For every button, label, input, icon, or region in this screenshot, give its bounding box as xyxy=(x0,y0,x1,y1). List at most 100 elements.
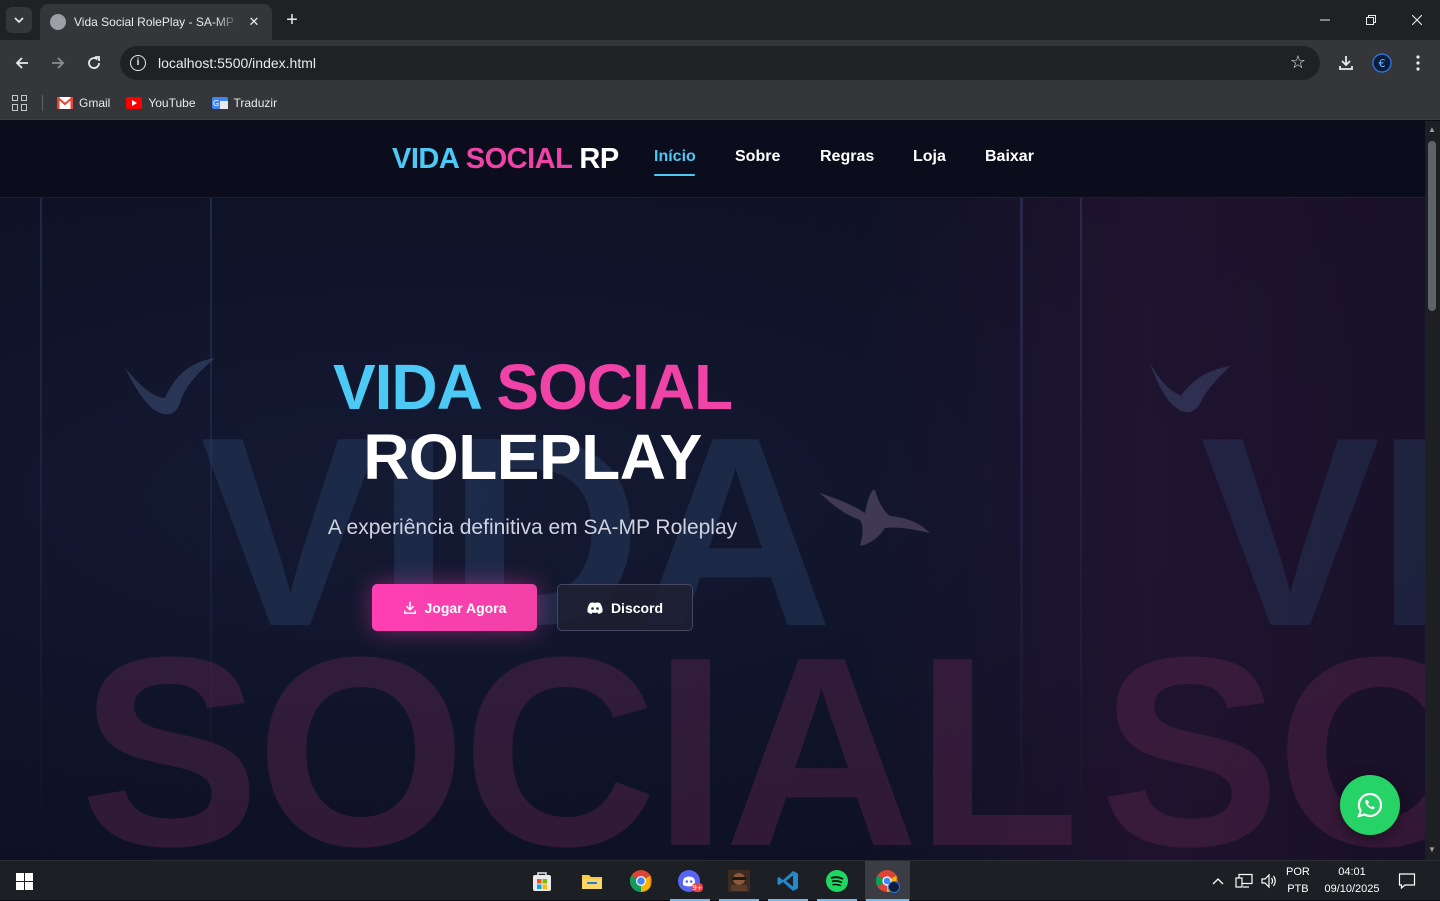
language-code: POR xyxy=(1286,866,1310,878)
youtube-icon xyxy=(126,96,143,109)
discord-icon: 9+ xyxy=(678,870,703,892)
profile-button[interactable]: € xyxy=(1370,51,1394,75)
play-now-button[interactable]: Jogar Agora xyxy=(372,584,537,631)
downloads-button[interactable] xyxy=(1334,51,1358,75)
extension-icon: € xyxy=(1372,53,1392,73)
chevron-up-icon xyxy=(1212,878,1224,885)
scroll-up-arrow-icon[interactable]: ▲ xyxy=(1428,125,1436,134)
nav-link-sobre[interactable]: Sobre xyxy=(735,148,780,166)
tray-overflow-button[interactable] xyxy=(1211,861,1225,901)
svg-text:€: € xyxy=(1379,57,1386,70)
bookmark-youtube[interactable]: YouTube xyxy=(126,95,196,110)
discord-icon xyxy=(587,602,603,614)
nav-link-regras[interactable]: Regras xyxy=(820,148,874,166)
more-vertical-icon xyxy=(1416,55,1420,71)
close-tab-icon[interactable]: ✕ xyxy=(246,14,262,30)
whatsapp-icon xyxy=(1357,792,1383,818)
restore-icon xyxy=(1366,15,1376,25)
minimize-icon xyxy=(1320,19,1330,21)
hero-title-word-social: SOCIAL xyxy=(496,351,733,423)
nav-active-indicator xyxy=(654,174,695,176)
tray-network[interactable] xyxy=(1235,861,1253,901)
logo-part-rp: RP xyxy=(579,143,619,175)
site-info-icon[interactable]: i xyxy=(130,55,146,71)
taskbar-spotify[interactable] xyxy=(816,861,858,901)
tab-title: Vida Social RolePlay - SA-MP Server xyxy=(74,15,240,29)
store-icon xyxy=(533,872,551,891)
browser-toolbar: i localhost:5500/index.html ☆ € xyxy=(0,40,1440,86)
notification-icon xyxy=(1398,873,1416,890)
bookmarks-bar: Gmail YouTube G Traduzir xyxy=(0,86,1440,120)
minimize-button[interactable] xyxy=(1302,0,1348,40)
translate-icon: G xyxy=(211,96,228,109)
play-now-label: Jogar Agora xyxy=(424,599,507,616)
apps-grid-icon[interactable] xyxy=(12,94,28,111)
close-window-button[interactable] xyxy=(1394,0,1440,40)
bookmarks-separator xyxy=(42,94,43,111)
scroll-down-arrow-icon[interactable]: ▼ xyxy=(1428,845,1436,854)
tray-volume[interactable] xyxy=(1260,861,1278,901)
taskbar-game[interactable] xyxy=(718,861,760,901)
scrollbar-thumb[interactable] xyxy=(1428,141,1436,311)
nav-link-inicio[interactable]: Início xyxy=(654,148,696,166)
restore-button[interactable] xyxy=(1348,0,1394,40)
bookmark-label: YouTube xyxy=(148,95,196,110)
svg-text:9+: 9+ xyxy=(692,884,702,892)
site-logo[interactable]: VIDA SOCIAL RP xyxy=(392,143,619,176)
gmail-icon xyxy=(57,96,73,109)
nav-link-baixar[interactable]: Baixar xyxy=(985,148,1034,166)
bg-light-beam xyxy=(1080,198,1082,860)
download-icon xyxy=(1339,56,1353,70)
volume-icon xyxy=(1261,873,1276,889)
discord-button[interactable]: Discord xyxy=(557,584,693,631)
taskbar-chrome-profile[interactable] xyxy=(865,861,910,901)
tray-language[interactable]: POR PTB xyxy=(1286,861,1310,901)
arrow-left-icon xyxy=(15,57,28,69)
taskbar-store[interactable] xyxy=(521,861,563,901)
browser-tab-active[interactable]: Vida Social RolePlay - SA-MP Server ✕ xyxy=(40,4,272,40)
page-scrollbar[interactable]: ▲ ▼ xyxy=(1425,121,1440,860)
file-explorer-icon xyxy=(582,875,602,889)
network-icon xyxy=(1235,873,1253,888)
discord-label: Discord xyxy=(610,599,664,616)
forward-button[interactable] xyxy=(46,51,70,75)
tray-notifications[interactable] xyxy=(1398,861,1416,901)
bookmark-gmail[interactable]: Gmail xyxy=(57,96,110,110)
reload-button[interactable] xyxy=(82,51,106,75)
taskbar-file-explorer[interactable] xyxy=(571,861,613,901)
bookmark-star-icon[interactable]: ☆ xyxy=(1290,52,1306,73)
arrow-right-icon xyxy=(52,57,65,69)
chrome-icon xyxy=(630,870,652,892)
back-button[interactable] xyxy=(10,51,34,75)
hero-title-word-vida: VIDA xyxy=(332,351,481,423)
logo-part-vida: VIDA xyxy=(392,143,459,175)
svg-text:G: G xyxy=(212,99,218,108)
hero-title-line1: VIDA SOCIAL xyxy=(0,350,1065,424)
bookmark-label: Traduzir xyxy=(233,95,278,110)
new-tab-button[interactable]: + xyxy=(282,10,302,30)
taskbar-chrome[interactable] xyxy=(620,861,662,901)
whatsapp-button[interactable] xyxy=(1340,775,1400,835)
taskbar-vscode[interactable] xyxy=(767,861,809,901)
hero-section: VIDA SOCIAL VIDA SOCIAL VIDA SOCIAL ROLE… xyxy=(0,198,1425,860)
page-viewport: VIDA SOCIAL VIDA SOCIAL VIDA SOCIAL ROLE… xyxy=(0,121,1425,860)
close-icon xyxy=(1412,15,1422,25)
chevron-down-icon xyxy=(14,17,24,24)
bookmark-translate[interactable]: G Traduzir xyxy=(211,95,278,110)
keyboard-layout: PTB xyxy=(1287,883,1309,895)
tab-search-button[interactable] xyxy=(6,7,32,33)
browser-titlebar: Vida Social RolePlay - SA-MP Server ✕ + xyxy=(0,0,1440,40)
address-bar[interactable]: i localhost:5500/index.html ☆ xyxy=(120,46,1320,80)
taskbar-discord[interactable]: 9+ xyxy=(669,861,711,901)
bookmark-label: Gmail xyxy=(79,95,111,110)
windows-start-icon[interactable] xyxy=(16,873,33,890)
download-icon xyxy=(403,601,416,614)
hero-subtitle: A experiência definitiva em SA-MP Rolepl… xyxy=(327,516,738,539)
reload-icon xyxy=(88,56,100,69)
site-navbar: VIDA SOCIAL RP Início Sobre Regras Loja … xyxy=(0,121,1425,198)
chrome-profile-icon xyxy=(875,870,900,893)
windows-taskbar: 9+ POR PTB 04:01 09/10/2025 xyxy=(0,860,1440,901)
menu-button[interactable] xyxy=(1406,51,1430,75)
tray-clock[interactable]: 04:01 09/10/2025 xyxy=(1322,861,1382,901)
nav-link-loja[interactable]: Loja xyxy=(913,148,946,166)
